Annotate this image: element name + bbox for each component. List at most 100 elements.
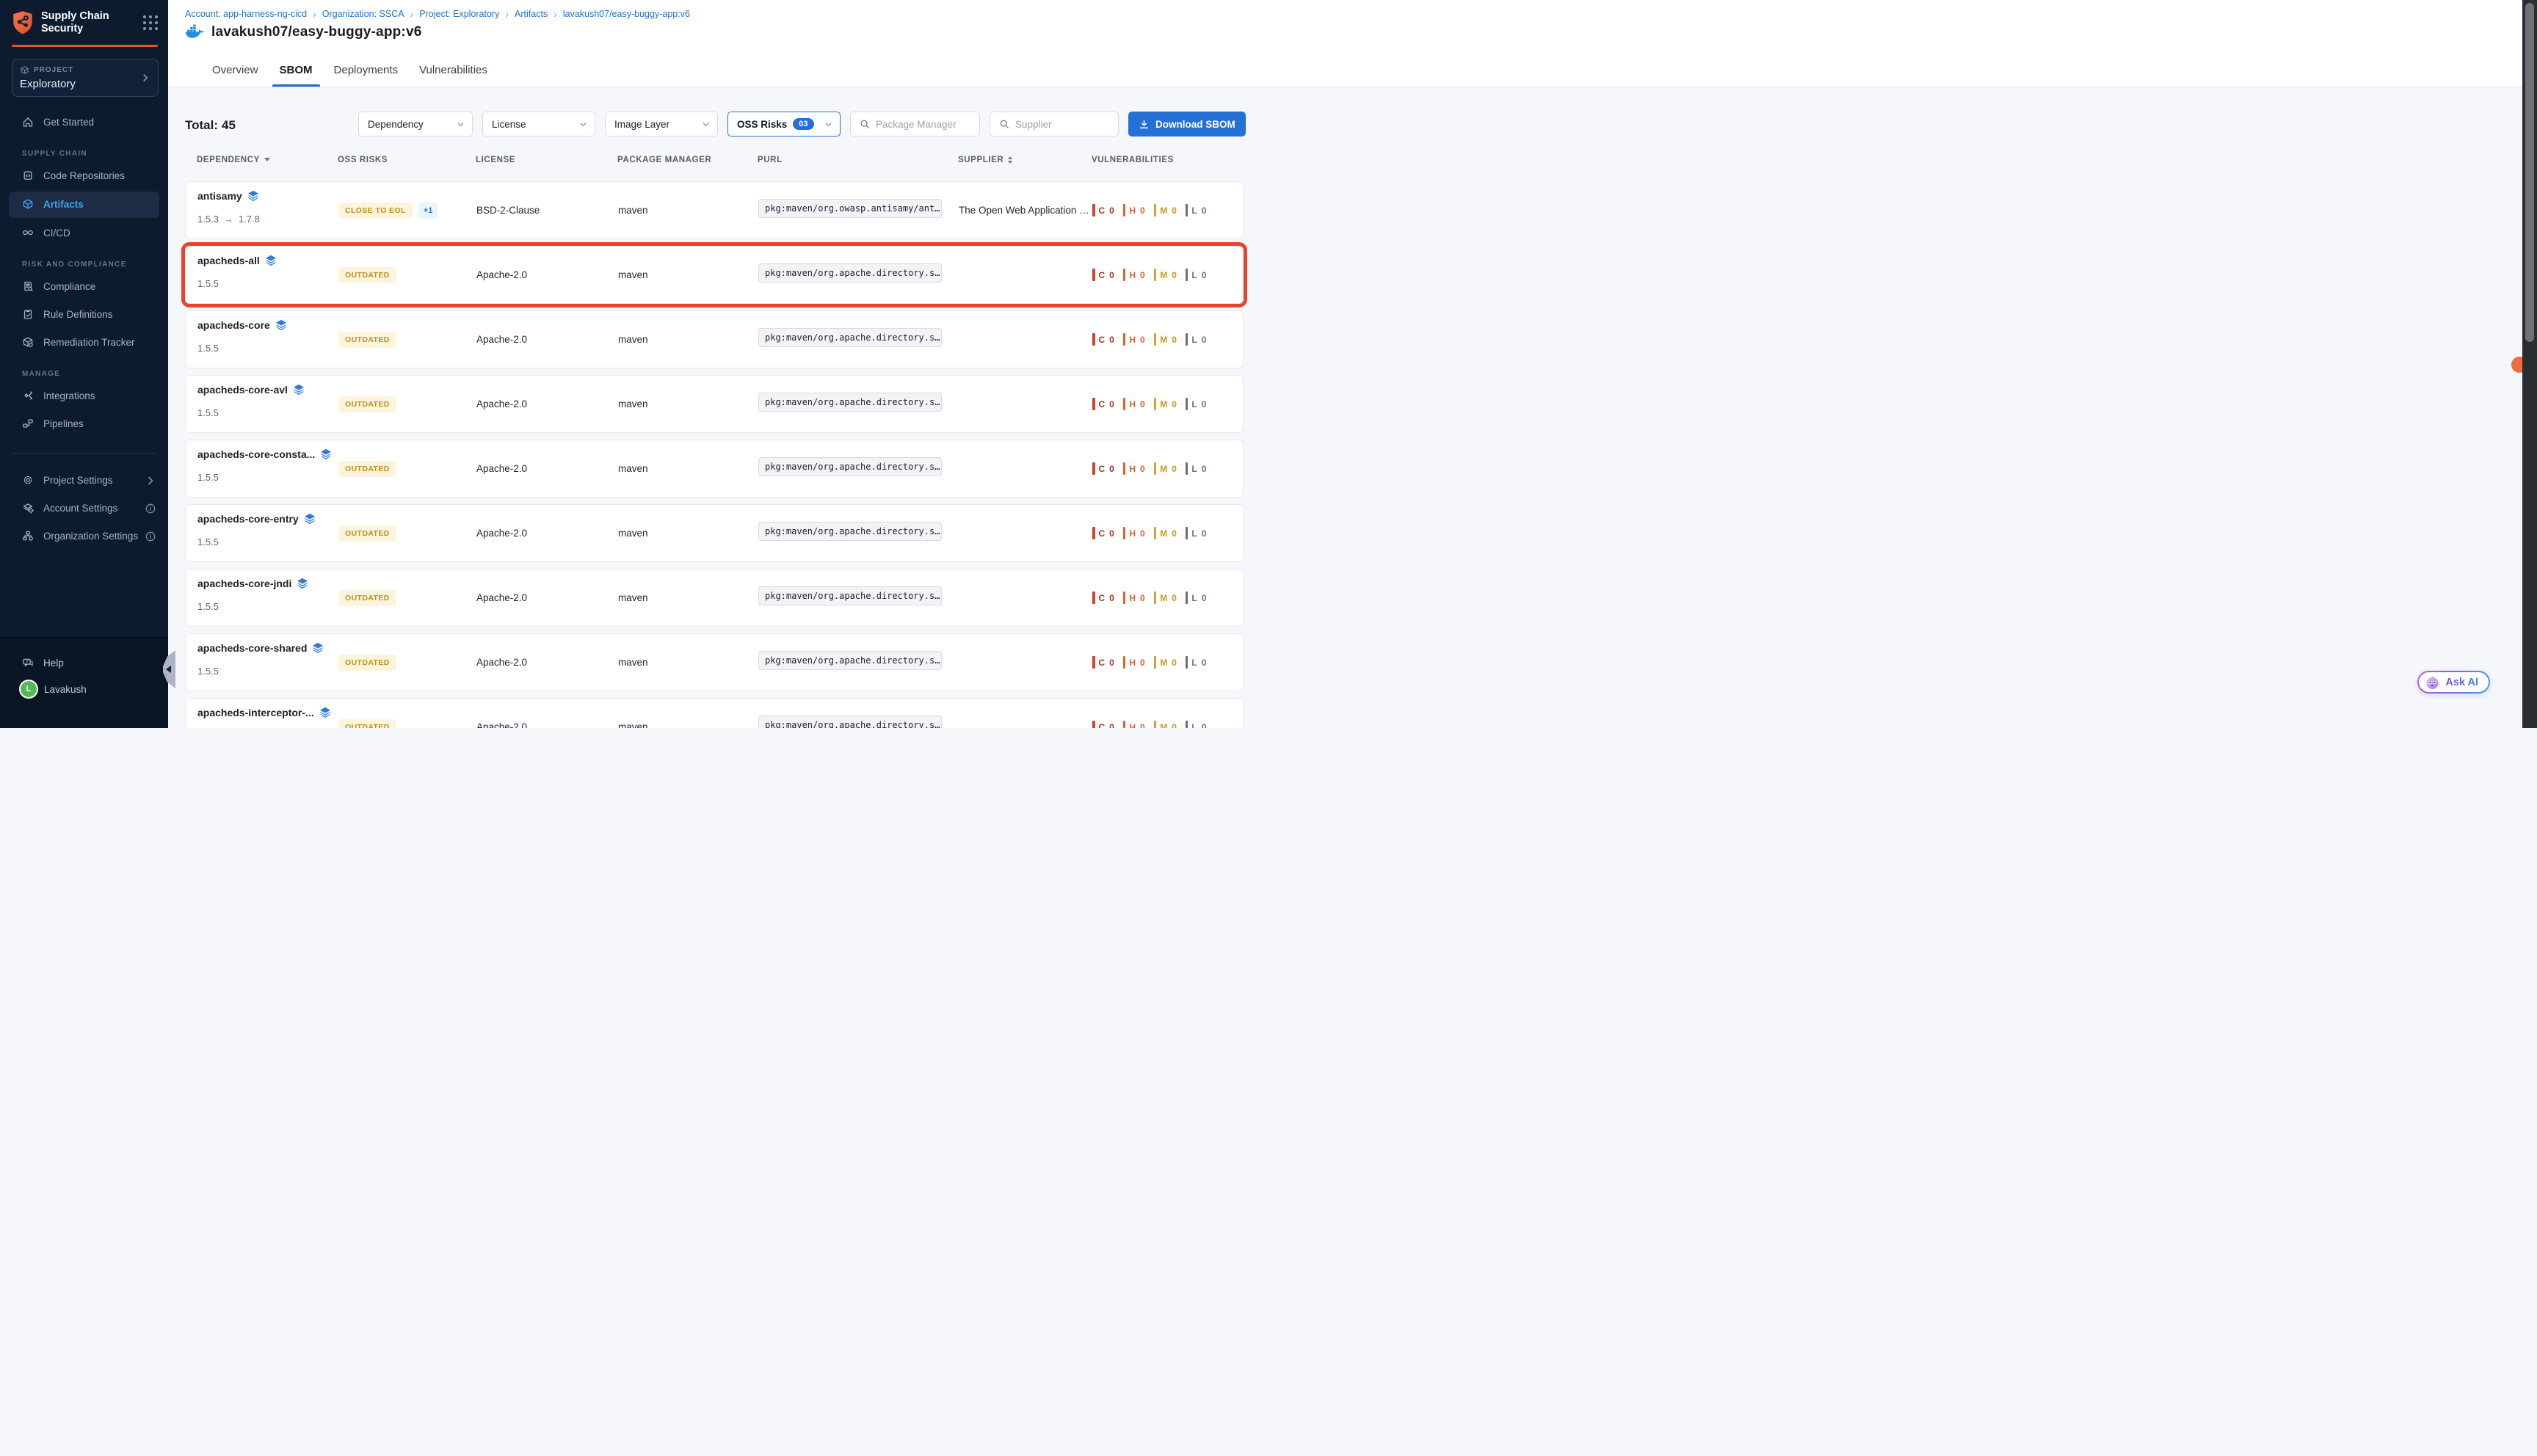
oss-risks-cell: OUTDATED [338, 332, 476, 348]
project-selector[interactable]: PROJECT Exploratory [12, 59, 159, 97]
table-row[interactable]: antisamy 1.5.3→1.7.8 CLOSE TO EOL+1 BSD-… [185, 181, 1244, 239]
breadcrumb-link[interactable]: Organization: SSCA [322, 9, 404, 19]
table-row[interactable]: apacheds-core-jndi 1.5.5 OUTDATED Apache… [185, 569, 1244, 627]
column-header-oss-risks[interactable]: OSS RISKS [338, 155, 476, 164]
license-cell: Apache-2.0 [476, 269, 618, 280]
sidebar-item-pipelines[interactable]: Pipelines [0, 410, 168, 438]
search-input-supplier[interactable] [1015, 119, 1111, 130]
oss-risks-cell: OUTDATED [338, 396, 476, 412]
column-header-dependency[interactable]: DEPENDENCY [197, 155, 338, 164]
table-row[interactable]: apacheds-core-shared 1.5.5 OUTDATED Apac… [185, 633, 1244, 691]
table-row[interactable]: apacheds-all 1.5.5 OUTDATED Apache-2.0 m… [185, 246, 1244, 304]
table-header: DEPENDENCYOSS RISKSLICENSEPACKAGE MANAGE… [185, 155, 1244, 164]
sidebar-item-help[interactable]: ?Help [0, 649, 168, 676]
scrollbar-thumb[interactable] [2525, 3, 2534, 342]
sidebar-item-artifacts[interactable]: Artifacts [9, 192, 159, 218]
sidebar-item-remediation-tracker[interactable]: Remediation Tracker [0, 329, 168, 357]
purl-value[interactable]: pkg:maven/org.apache.directory.s… [758, 393, 942, 412]
vulnerability-count-m: M0 [1154, 592, 1177, 604]
ask-ai-button[interactable]: Ask AI [2417, 671, 2490, 694]
tab-deployments[interactable]: Deployments [334, 64, 399, 87]
breadcrumb-link[interactable]: Artifacts [515, 9, 548, 19]
package-manager-cell: maven [618, 592, 758, 603]
tab-overview[interactable]: Overview [212, 64, 258, 87]
module-grid-icon[interactable] [143, 15, 158, 30]
search-supplier[interactable] [990, 112, 1119, 136]
purl-value[interactable]: pkg:maven/org.apache.directory.s… [758, 716, 942, 728]
purl-value[interactable]: pkg:maven/org.apache.directory.s… [758, 586, 942, 605]
org-gear-icon [22, 530, 35, 542]
table-row[interactable]: apacheds-core 1.5.5 OUTDATED Apache-2.0 … [185, 310, 1244, 368]
dependency-version: 1.5.5 [197, 536, 338, 547]
license-cell: Apache-2.0 [476, 398, 618, 410]
layers-icon [312, 642, 324, 654]
filter-dropdown-license[interactable]: License [482, 112, 595, 136]
oss-risks-cell: OUTDATED [338, 719, 476, 729]
filter-dropdown-image-layer[interactable]: Image Layer [605, 112, 718, 136]
sidebar-item-project-settings[interactable]: Project Settings [0, 467, 168, 495]
download-icon [1139, 119, 1150, 130]
sidebar-section-label: SUPPLY CHAIN [22, 150, 168, 158]
tab-sbom[interactable]: SBOM [280, 64, 313, 87]
table-row[interactable]: apacheds-core-entry 1.5.5 OUTDATED Apach… [185, 504, 1244, 562]
purl-value[interactable]: pkg:maven/org.apache.directory.s… [758, 522, 942, 541]
sidebar-item-get-started[interactable]: Get Started [0, 109, 168, 136]
vulnerability-count-m: M0 [1154, 656, 1177, 669]
breadcrumb-link[interactable]: lavakush07/easy-buggy-app:v6 [563, 9, 690, 19]
sidebar-item-integrations[interactable]: Integrations [0, 382, 168, 410]
column-header-vulnerabilities[interactable]: VULNERABILITIES [1092, 155, 1244, 164]
vulnerability-count-c: C0 [1092, 398, 1115, 410]
sidebar-nav: Get Started SUPPLY CHAIN Code Repositories… [0, 109, 168, 438]
license-cell: Apache-2.0 [476, 592, 618, 603]
purl-value[interactable]: pkg:maven/org.apache.directory.s… [758, 651, 942, 670]
sidebar-item-rule-definitions[interactable]: Rule Definitions [0, 301, 168, 329]
oss-risk-badge[interactable]: +1 [418, 203, 438, 219]
sidebar-item-ci-cd[interactable]: CI/CD [0, 219, 168, 247]
column-header-package-manager[interactable]: PACKAGE MANAGER [617, 155, 758, 164]
search-input-package-manager[interactable] [876, 119, 972, 130]
user-menu[interactable]: LLavakush [0, 676, 168, 702]
ask-ai-label: Ask AI [2445, 677, 2478, 688]
vulnerability-count-m: M0 [1154, 204, 1177, 216]
layers-icon [247, 190, 259, 202]
column-header-license[interactable]: LICENSE [476, 155, 617, 164]
layers-icon [320, 448, 332, 460]
vulnerability-count-l: L0 [1186, 592, 1208, 604]
purl-value[interactable]: pkg:maven/org.apache.directory.s… [758, 457, 942, 476]
dropdown-label: Dependency [368, 119, 424, 130]
sidebar-item-compliance[interactable]: Compliance [0, 273, 168, 301]
sidebar-item-code-repositories[interactable]: Code Repositories [0, 162, 168, 190]
column-header-supplier[interactable]: SUPPLIER [958, 155, 1092, 164]
purl-value[interactable]: pkg:maven/org.owasp.antisamy/ant… [758, 199, 942, 218]
vulnerability-count-c: C0 [1092, 592, 1115, 604]
vulnerability-count-m: M0 [1154, 269, 1177, 281]
download-sbom-button[interactable]: Download SBOM [1128, 112, 1246, 136]
table-row[interactable]: apacheds-core-avl 1.5.5 OUTDATED Apache-… [185, 375, 1244, 433]
breadcrumb-link[interactable]: Project: Exploratory [419, 9, 499, 19]
search-package-manager[interactable] [850, 112, 980, 136]
oss-risk-badge: OUTDATED [338, 461, 396, 477]
breadcrumb-link[interactable]: Account: app-harness-ng-cicd [185, 9, 307, 19]
table-row[interactable]: apacheds-interceptor-... 1.5.5 OUTDATED … [185, 698, 1244, 728]
filter-dropdown-oss-risks[interactable]: OSS Risks03 [727, 112, 841, 136]
sidebar-item-organization-settings[interactable]: Organization Settings [0, 523, 168, 550]
column-header-purl[interactable]: PURL [758, 155, 958, 164]
sidebar-item-account-settings[interactable]: Account Settings [0, 495, 168, 523]
purl-value[interactable]: pkg:maven/org.apache.directory.s… [758, 263, 942, 283]
filter-bar: Dependency License Image Layer OSS Risks03 D… [358, 112, 1246, 136]
package-manager-cell: maven [618, 721, 758, 728]
tab-vulnerabilities[interactable]: Vulnerabilities [419, 64, 487, 87]
purl-cell: pkg:maven/org.apache.directory.s… [758, 328, 959, 351]
sidebar-item-label: Pipelines [43, 418, 84, 429]
divider [12, 453, 156, 454]
purl-value[interactable]: pkg:maven/org.apache.directory.s… [758, 328, 942, 347]
filter-dropdown-dependency[interactable]: Dependency [358, 112, 473, 136]
app-title: Supply Chain Security [41, 10, 122, 36]
table-row[interactable]: apacheds-core-consta... 1.5.5 OUTDATED A… [185, 440, 1244, 498]
license-cell: Apache-2.0 [476, 657, 618, 668]
page-scrollbar[interactable] [2522, 0, 2537, 728]
dependency-version: 1.5.5 [197, 472, 338, 483]
vulnerability-count-h: H0 [1123, 656, 1146, 669]
vulnerability-count-c: C0 [1092, 527, 1115, 539]
home-icon [22, 116, 35, 128]
